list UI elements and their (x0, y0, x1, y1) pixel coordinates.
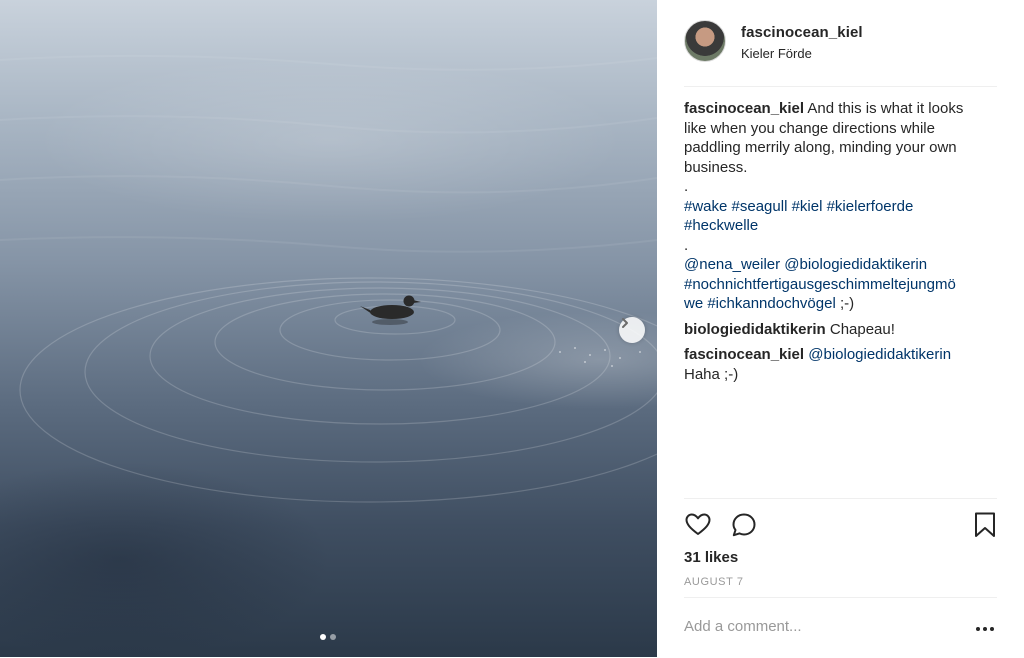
save-button[interactable] (971, 511, 999, 539)
chevron-right-icon (622, 318, 628, 328)
mention-links[interactable]: @nena_weiler @biologiedidaktikerin (684, 255, 994, 275)
likes-count[interactable]: 31 likes (684, 549, 738, 566)
comment-mention[interactable]: @biologiedidaktikerin (804, 346, 951, 363)
hashtag-links[interactable]: we #ichkanndochvögel (684, 295, 836, 312)
comment-item: biologiedidaktikerin Chapeau! (684, 320, 994, 340)
add-comment-bar (684, 597, 997, 658)
water-ripples (0, 54, 657, 503)
comment-icon (732, 513, 756, 537)
comment-text: Haha ;-) (684, 365, 739, 383)
heart-icon (685, 513, 711, 535)
header-location[interactable]: Kieler Förde (741, 46, 812, 61)
caption-separator: . (684, 236, 689, 254)
post-header: fascinocean_kiel Kieler Förde (684, 20, 997, 87)
comment-username[interactable]: fascinocean_kiel (684, 346, 804, 363)
more-options-icon[interactable] (975, 622, 995, 636)
like-button[interactable] (684, 511, 712, 539)
caption-text-line: like when you change directions while (684, 119, 935, 137)
comments-list: fascinocean_kiel And this is what it loo… (684, 99, 994, 390)
caption-text-line: business. (684, 158, 748, 176)
post-date: AUGUST 7 (684, 576, 744, 588)
avatar[interactable] (684, 20, 726, 62)
bookmark-icon (975, 512, 995, 537)
caption-username[interactable]: fascinocean_kiel (684, 100, 804, 117)
hashtag-links[interactable]: #nochnichtfertigausgeschimmeltejungmö (684, 275, 994, 295)
caption-separator: . (684, 178, 689, 195)
carousel-dot-active (320, 634, 326, 640)
carousel-dot (330, 634, 336, 640)
post-sidebar: fascinocean_kiel Kieler Förde fascinocea… (657, 0, 1024, 657)
carousel-indicator (320, 634, 336, 640)
caption-text-line: paddling merrily along, minding your own (684, 139, 957, 156)
caption-text-tail: ;-) (835, 295, 855, 312)
comment-text: Chapeau! (825, 320, 895, 338)
caption-text-line: And this is what it looks (807, 100, 964, 117)
comment-item: fascinocean_kiel @biologiedidaktikerin H… (684, 345, 994, 384)
post-actions: 31 likes AUGUST 7 (684, 498, 997, 599)
comment-username[interactable]: biologiedidaktikerin (684, 321, 826, 338)
comment-input[interactable] (684, 618, 954, 635)
caption: fascinocean_kiel And this is what it loo… (684, 99, 994, 314)
header-username[interactable]: fascinocean_kiel (741, 24, 863, 41)
hashtag-links[interactable]: #heckwelle (684, 216, 994, 236)
comment-button[interactable] (730, 511, 758, 539)
post-photo[interactable] (0, 0, 657, 657)
carousel-next-button[interactable] (619, 317, 645, 343)
hashtag-links[interactable]: #wake #seagull #kiel #kielerfoerde (684, 197, 994, 217)
